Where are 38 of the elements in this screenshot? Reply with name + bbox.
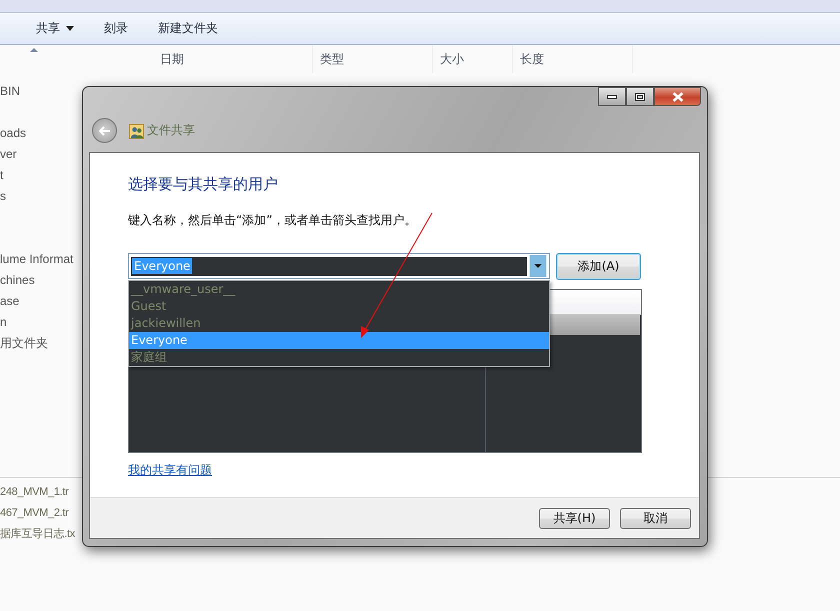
nav-item[interactable]: n <box>0 315 7 329</box>
maximize-icon <box>635 92 645 100</box>
close-button[interactable] <box>654 87 701 106</box>
toolbar-button[interactable]: 新建文件夹 <box>150 18 226 39</box>
dialog-heading: 选择要与其共享的用户 <box>128 175 279 194</box>
window-title: 文件共享 <box>147 122 195 139</box>
nav-item[interactable]: 用文件夹 <box>0 336 48 350</box>
column-header[interactable]: 日期 <box>153 45 313 73</box>
nav-item[interactable]: lume Informat <box>0 252 74 266</box>
nav-item[interactable]: t <box>0 168 4 182</box>
toolbar-button[interactable]: 共享 <box>28 18 82 39</box>
users-icon <box>129 124 144 139</box>
add-button[interactable]: 添加(A) <box>556 253 641 280</box>
nav-item[interactable]: s <box>0 189 6 203</box>
nav-item[interactable]: chines <box>0 273 35 287</box>
file-name[interactable]: 467_MVM_2.tr <box>0 507 69 519</box>
nav-item[interactable]: ase <box>0 294 20 308</box>
sort-caret-icon <box>30 48 38 52</box>
toolbar-button[interactable]: 刻录 <box>96 18 136 39</box>
file-name[interactable]: 据库互导日志.tx <box>0 528 75 540</box>
nav-item[interactable]: ver <box>0 147 17 161</box>
minimize-icon <box>607 94 617 98</box>
back-arrow-icon <box>98 126 110 136</box>
dialog-button[interactable]: 取消 <box>620 508 691 528</box>
nav-item[interactable]: BIN <box>0 84 20 98</box>
combo-value: Everyone <box>132 258 192 274</box>
column-header[interactable]: 大小 <box>433 45 513 73</box>
nav-item[interactable]: oads <box>0 126 26 140</box>
instruction-text: 键入名称，然后单击“添加”，或者单击箭头查找用户。 <box>128 212 418 229</box>
file-name[interactable]: 248_MVM_1.tr <box>0 486 69 498</box>
help-link[interactable]: 我的共享有问题 <box>128 462 212 479</box>
maximize-button[interactable] <box>626 87 654 106</box>
column-header[interactable]: 类型 <box>313 45 433 73</box>
back-button[interactable] <box>92 118 117 143</box>
dialog-button[interactable]: 共享(H) <box>539 508 610 528</box>
column-header[interactable]: 长度 <box>513 45 633 73</box>
minimize-button[interactable] <box>598 87 626 106</box>
close-icon <box>672 92 684 102</box>
